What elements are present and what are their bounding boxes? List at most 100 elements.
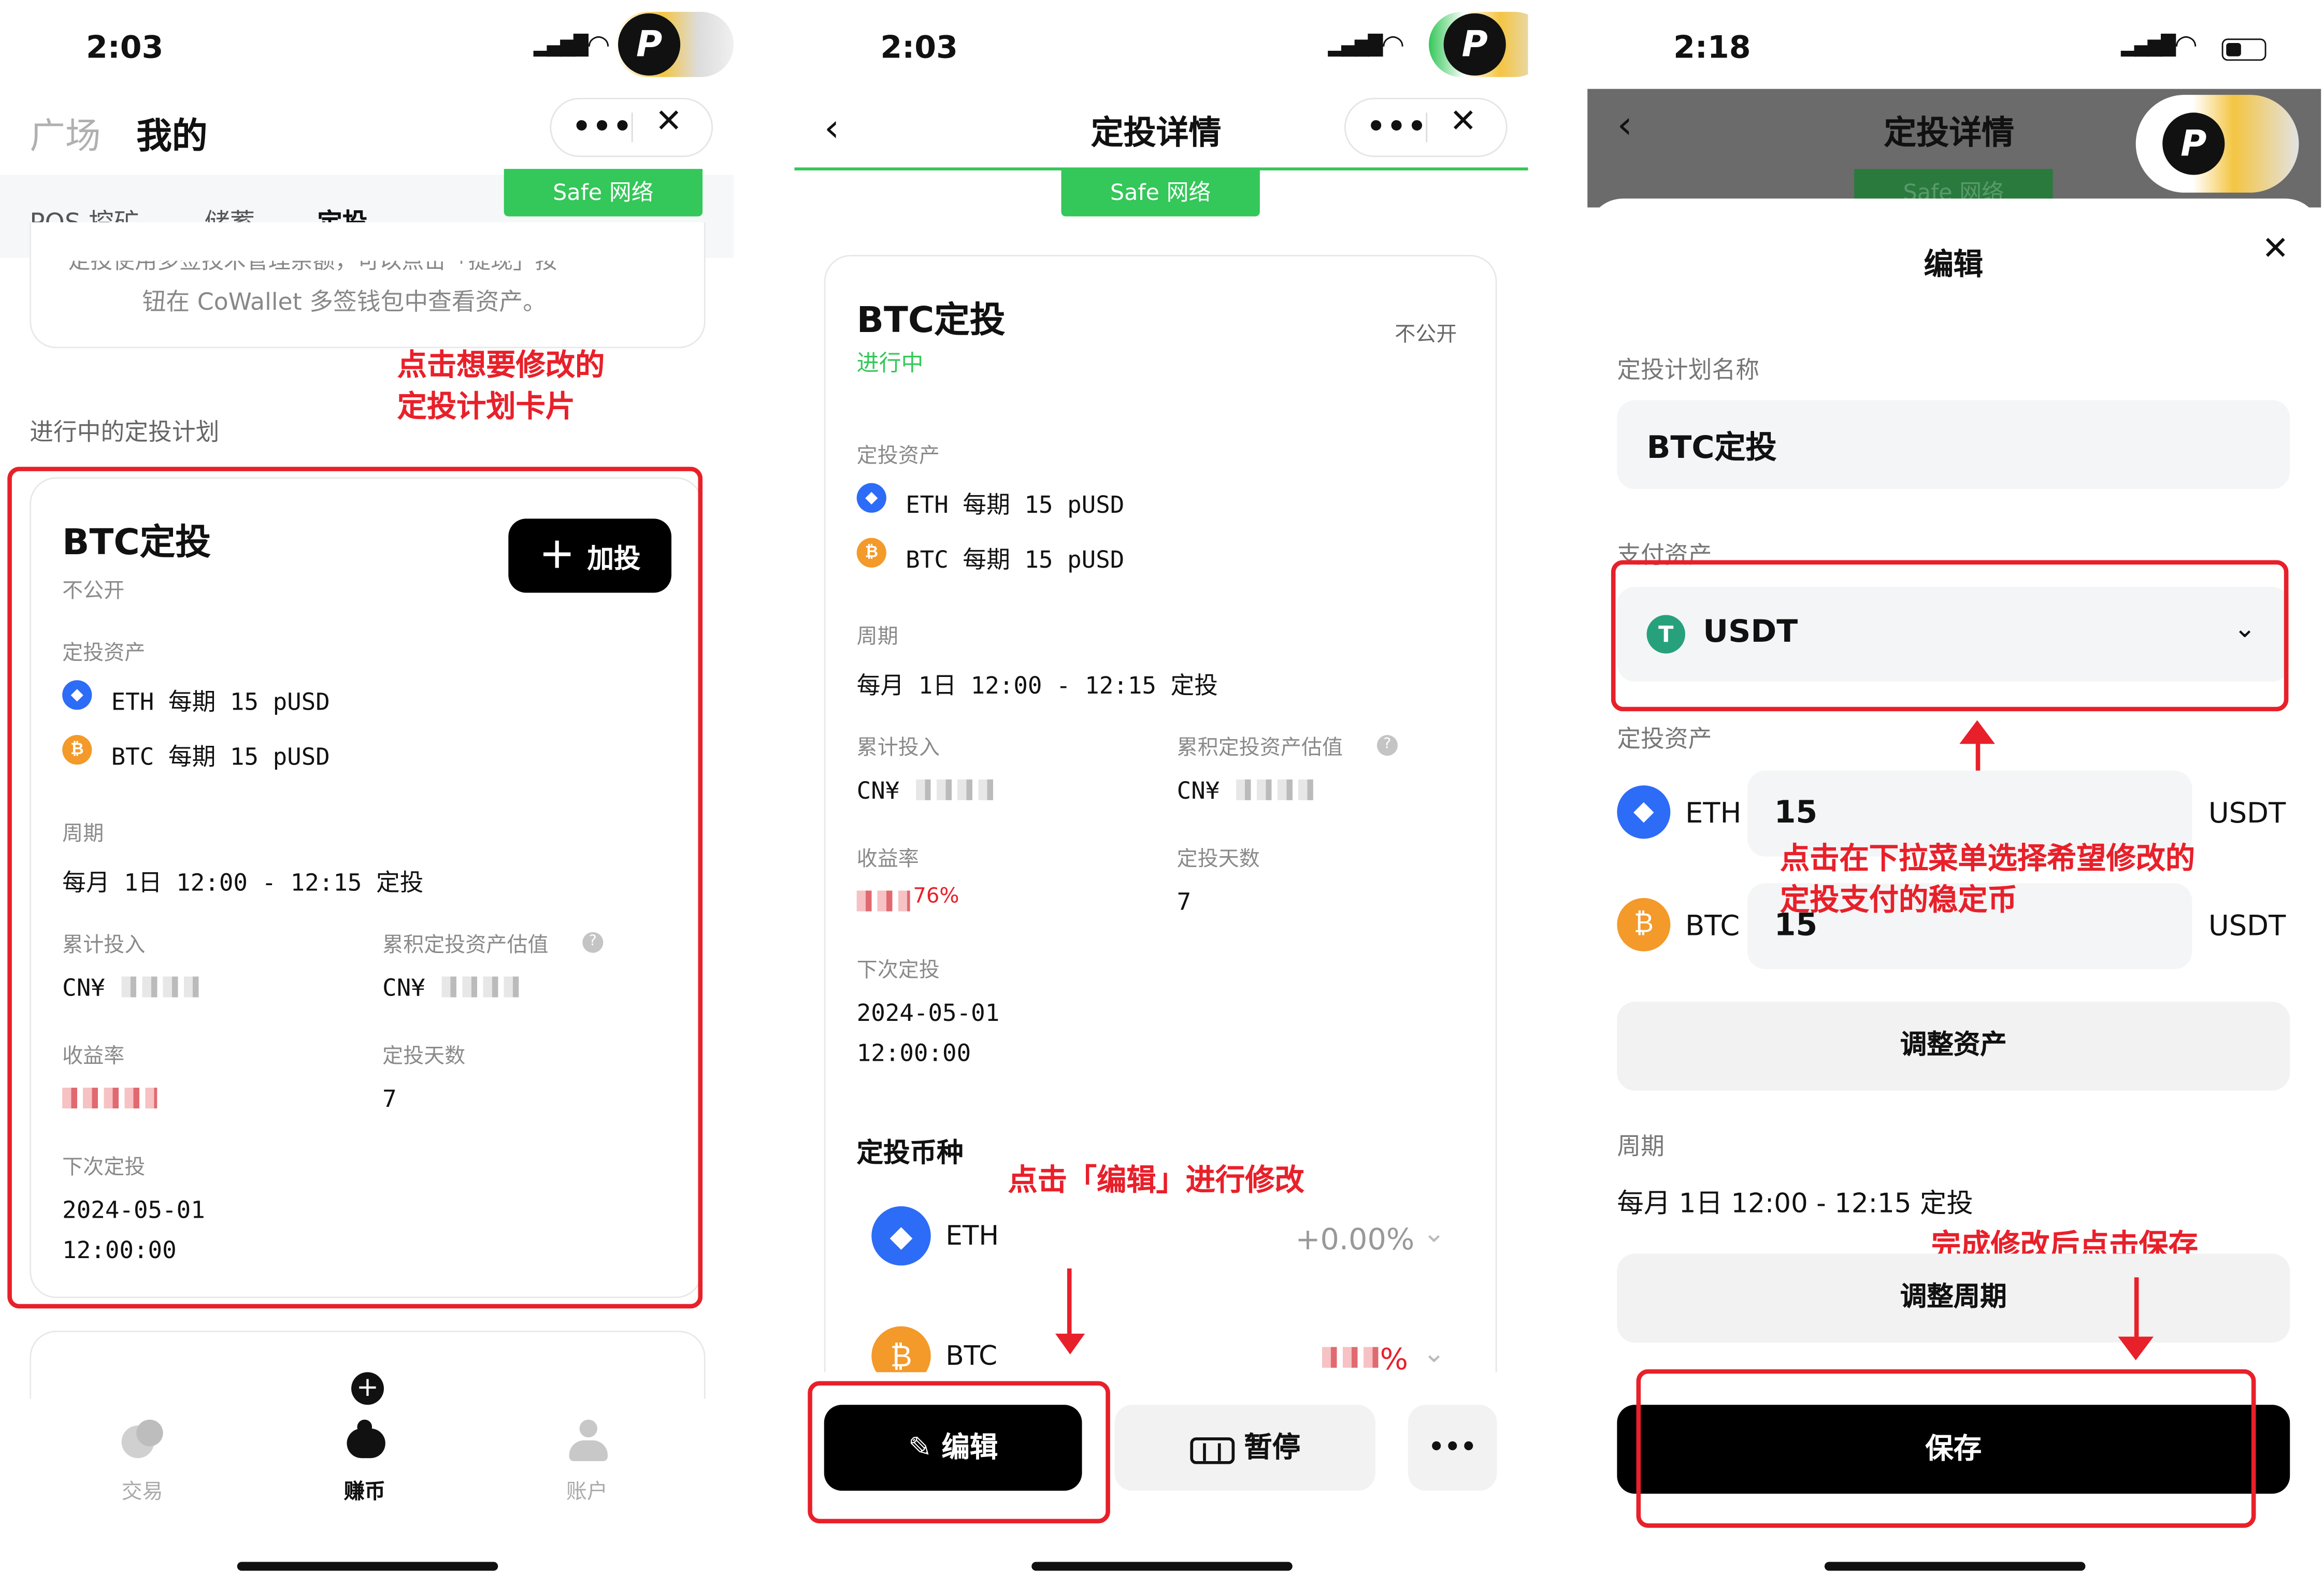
yield-label: 收益率	[62, 1045, 125, 1069]
period-value: 每月 1日 12:00 - 12:15 定投	[856, 671, 1218, 700]
wifi-icon: ◠	[586, 30, 610, 61]
days-label: 定投天数	[1177, 847, 1260, 872]
btc-icon: ₿	[1617, 898, 1671, 951]
more-button[interactable]: •••	[572, 108, 633, 144]
nav-earn[interactable]: 赚币	[344, 1476, 385, 1506]
name-input[interactable]: BTC定投	[1617, 400, 2290, 489]
estimate-label: 累积定投资产估值	[1177, 736, 1343, 760]
invested-label: 累计投入	[62, 933, 146, 958]
coin-row-btc[interactable]: BTC	[945, 1341, 997, 1372]
page-title: 定投详情	[1091, 116, 1222, 153]
safe-network-badge: Safe 网络	[504, 169, 703, 217]
account-icon[interactable]	[569, 1419, 608, 1464]
phone-panel-earn: 2:03 ▂▄▆█ ◠ P 广场 我的 ••• ✕ Safe 网络 POS 挖矿…	[0, 0, 734, 1587]
floating-app-badge[interactable]: P	[2135, 95, 2299, 193]
estimate-value: CN¥	[382, 973, 425, 1002]
eth-icon: ◆	[1617, 785, 1671, 839]
assets-label: 定投资产	[1617, 725, 1712, 753]
period-value: 每月 1日 12:00 - 12:15 定投	[1617, 1188, 1973, 1220]
asset-btc: BTC 每期 15 pUSD	[906, 545, 1125, 574]
home-indicator	[1824, 1562, 2086, 1571]
eth-icon: ◆	[62, 680, 92, 710]
adjust-assets-button[interactable]: 调整资产	[1617, 1002, 2290, 1091]
phone-panel-detail: 2:03 ▂▄▆█ ◠ P ‹ 定投详情 ••• ✕ Safe 网络 BTC定投…	[794, 0, 1528, 1587]
more-actions-button[interactable]: •••	[1408, 1405, 1497, 1491]
help-icon[interactable]: ?	[582, 932, 604, 953]
floating-app-badge[interactable]: P	[615, 11, 734, 77]
invested-value: CN¥	[856, 776, 900, 805]
annotation-highlight-save	[1636, 1369, 2256, 1528]
signal-icon: ▂▄▆█	[533, 35, 589, 58]
plan-visibility: 不公开	[62, 579, 125, 603]
safe-network-badge: Safe 网络	[1061, 169, 1260, 217]
p-logo-icon: P	[1443, 13, 1506, 76]
add-plan-icon[interactable]: +	[351, 1372, 384, 1405]
eth-icon: ◆	[856, 483, 886, 513]
p-logo-icon: P	[2162, 112, 2225, 175]
redacted-amount	[121, 976, 205, 998]
estimate-value: CN¥	[1177, 776, 1220, 805]
estimate-label: 累积定投资产估值	[382, 933, 549, 958]
p-logo-icon: P	[618, 13, 681, 76]
status-time: 2:18	[1673, 30, 1751, 65]
more-button[interactable]: •••	[1367, 108, 1428, 144]
days-value: 7	[1177, 887, 1192, 916]
coin-row-eth[interactable]: ETH	[945, 1221, 999, 1252]
redacted-yield	[856, 890, 910, 912]
invested-label: 累计投入	[856, 736, 940, 760]
nav-trade[interactable]: 交易	[122, 1476, 163, 1506]
back-arrow-icon[interactable]: ‹	[824, 107, 840, 151]
nav-account[interactable]: 账户	[566, 1476, 608, 1506]
close-button[interactable]: ✕	[1450, 104, 1477, 141]
annotation-arrowhead	[1055, 1333, 1085, 1354]
period-label: 周期	[856, 625, 898, 650]
asset-eth: ETH 每期 15 pUSD	[906, 490, 1125, 519]
btc-icon: ₿	[856, 538, 886, 568]
days-label: 定投天数	[382, 1045, 466, 1069]
tab-mine[interactable]: 我的	[136, 107, 207, 158]
close-button[interactable]: ✕	[655, 104, 683, 141]
panel-separator	[734, 0, 795, 1587]
annotation-arrow	[2134, 1277, 2139, 1346]
help-icon[interactable]: ?	[1376, 735, 1398, 756]
miniapp-capsule: ••• ✕	[550, 97, 713, 157]
pause-button[interactable]: ❙❙ 暂停	[1114, 1405, 1376, 1491]
annotation-highlight-dropdown	[1611, 560, 2289, 712]
annotation-arrowhead	[1959, 720, 1995, 744]
section-title: 进行中的定投计划	[30, 417, 220, 446]
trade-icon[interactable]	[121, 1419, 166, 1464]
annotation-arrowhead	[2118, 1336, 2154, 1361]
sheet-title: 编辑	[1924, 246, 1984, 282]
btc-unit: USDT	[2208, 910, 2286, 943]
page-title: 定投详情	[1884, 116, 2015, 153]
asset-btc: BTC 每期 15 pUSD	[111, 742, 330, 771]
chevron-down-icon[interactable]: ⌄	[1423, 1338, 1445, 1369]
redacted-yield	[62, 1087, 157, 1109]
add-invest-button[interactable]: ＋ 加投	[508, 518, 672, 593]
next-label: 下次定投	[62, 1156, 146, 1180]
status-time: 2:03	[85, 30, 164, 65]
eth-unit: USDT	[2208, 797, 2286, 830]
next-date: 2024-05-01	[62, 1195, 205, 1224]
tab-plaza[interactable]: 广场	[30, 107, 101, 158]
earn-icon[interactable]	[344, 1419, 389, 1461]
battery-icon	[2221, 38, 2266, 61]
adjust-period-button[interactable]: 调整周期	[1617, 1253, 2290, 1343]
name-label: 定投计划名称	[1617, 355, 1760, 384]
annotation-edit: 点击「编辑」进行修改	[1008, 1162, 1304, 1198]
miniapp-capsule: ••• ✕	[1344, 97, 1508, 157]
btc-icon: ₿	[62, 735, 92, 765]
redacted-amount	[1236, 779, 1313, 800]
signal-icon: ▂▄▆█	[1328, 35, 1383, 58]
back-arrow-icon[interactable]: ‹	[1617, 104, 1632, 148]
status-time: 2:03	[880, 30, 958, 65]
floating-app-badge[interactable]: P	[1429, 11, 1528, 77]
home-indicator	[1031, 1562, 1293, 1571]
coin-change-btc: %	[1380, 1341, 1408, 1377]
period-label: 周期	[62, 822, 104, 846]
close-icon[interactable]: ✕	[2262, 231, 2289, 268]
chevron-down-icon[interactable]: ⌄	[1423, 1218, 1445, 1249]
wifi-icon: ◠	[2174, 30, 2198, 61]
next-label: 下次定投	[856, 959, 940, 983]
coins-label: 定投币种	[856, 1138, 964, 1170]
